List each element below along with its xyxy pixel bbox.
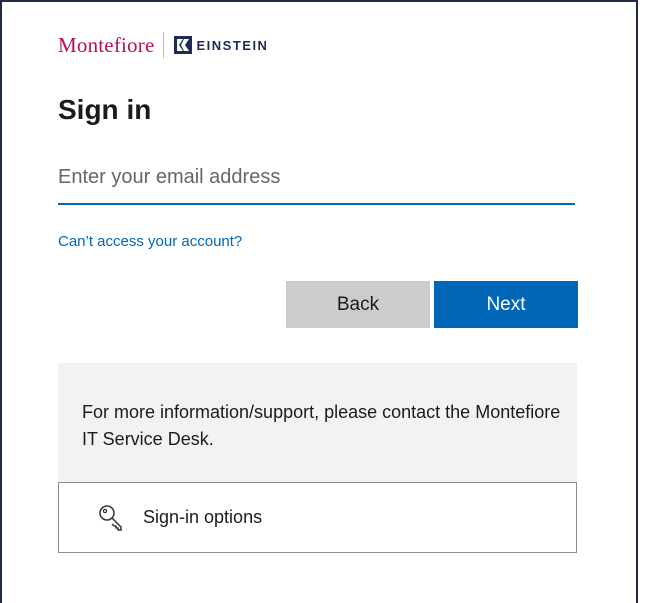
next-button[interactable]: Next	[434, 281, 578, 328]
support-info-text: For more information/support, please con…	[82, 402, 561, 449]
email-input[interactable]	[58, 157, 575, 197]
back-button[interactable]: Back	[286, 281, 430, 328]
cant-access-account-link[interactable]: Can’t access your account?	[58, 233, 242, 250]
sign-in-options-button[interactable]: Sign-in options	[58, 482, 577, 553]
page-title: Sign in	[58, 94, 152, 125]
key-icon	[99, 504, 122, 531]
signin-panel: Montefiore EINSTEIN Sign in Can’t access…	[0, 0, 638, 603]
einstein-logo-text: EINSTEIN	[196, 37, 269, 53]
einstein-logo-icon	[174, 36, 193, 54]
sign-in-options-label: Sign-in options	[143, 507, 263, 527]
logo-divider	[163, 32, 165, 58]
brand-logo: Montefiore EINSTEIN	[58, 30, 268, 60]
support-info-box: For more information/support, please con…	[58, 363, 577, 482]
email-field-container	[58, 157, 575, 205]
montefiore-logo-text: Montefiore	[58, 32, 155, 57]
